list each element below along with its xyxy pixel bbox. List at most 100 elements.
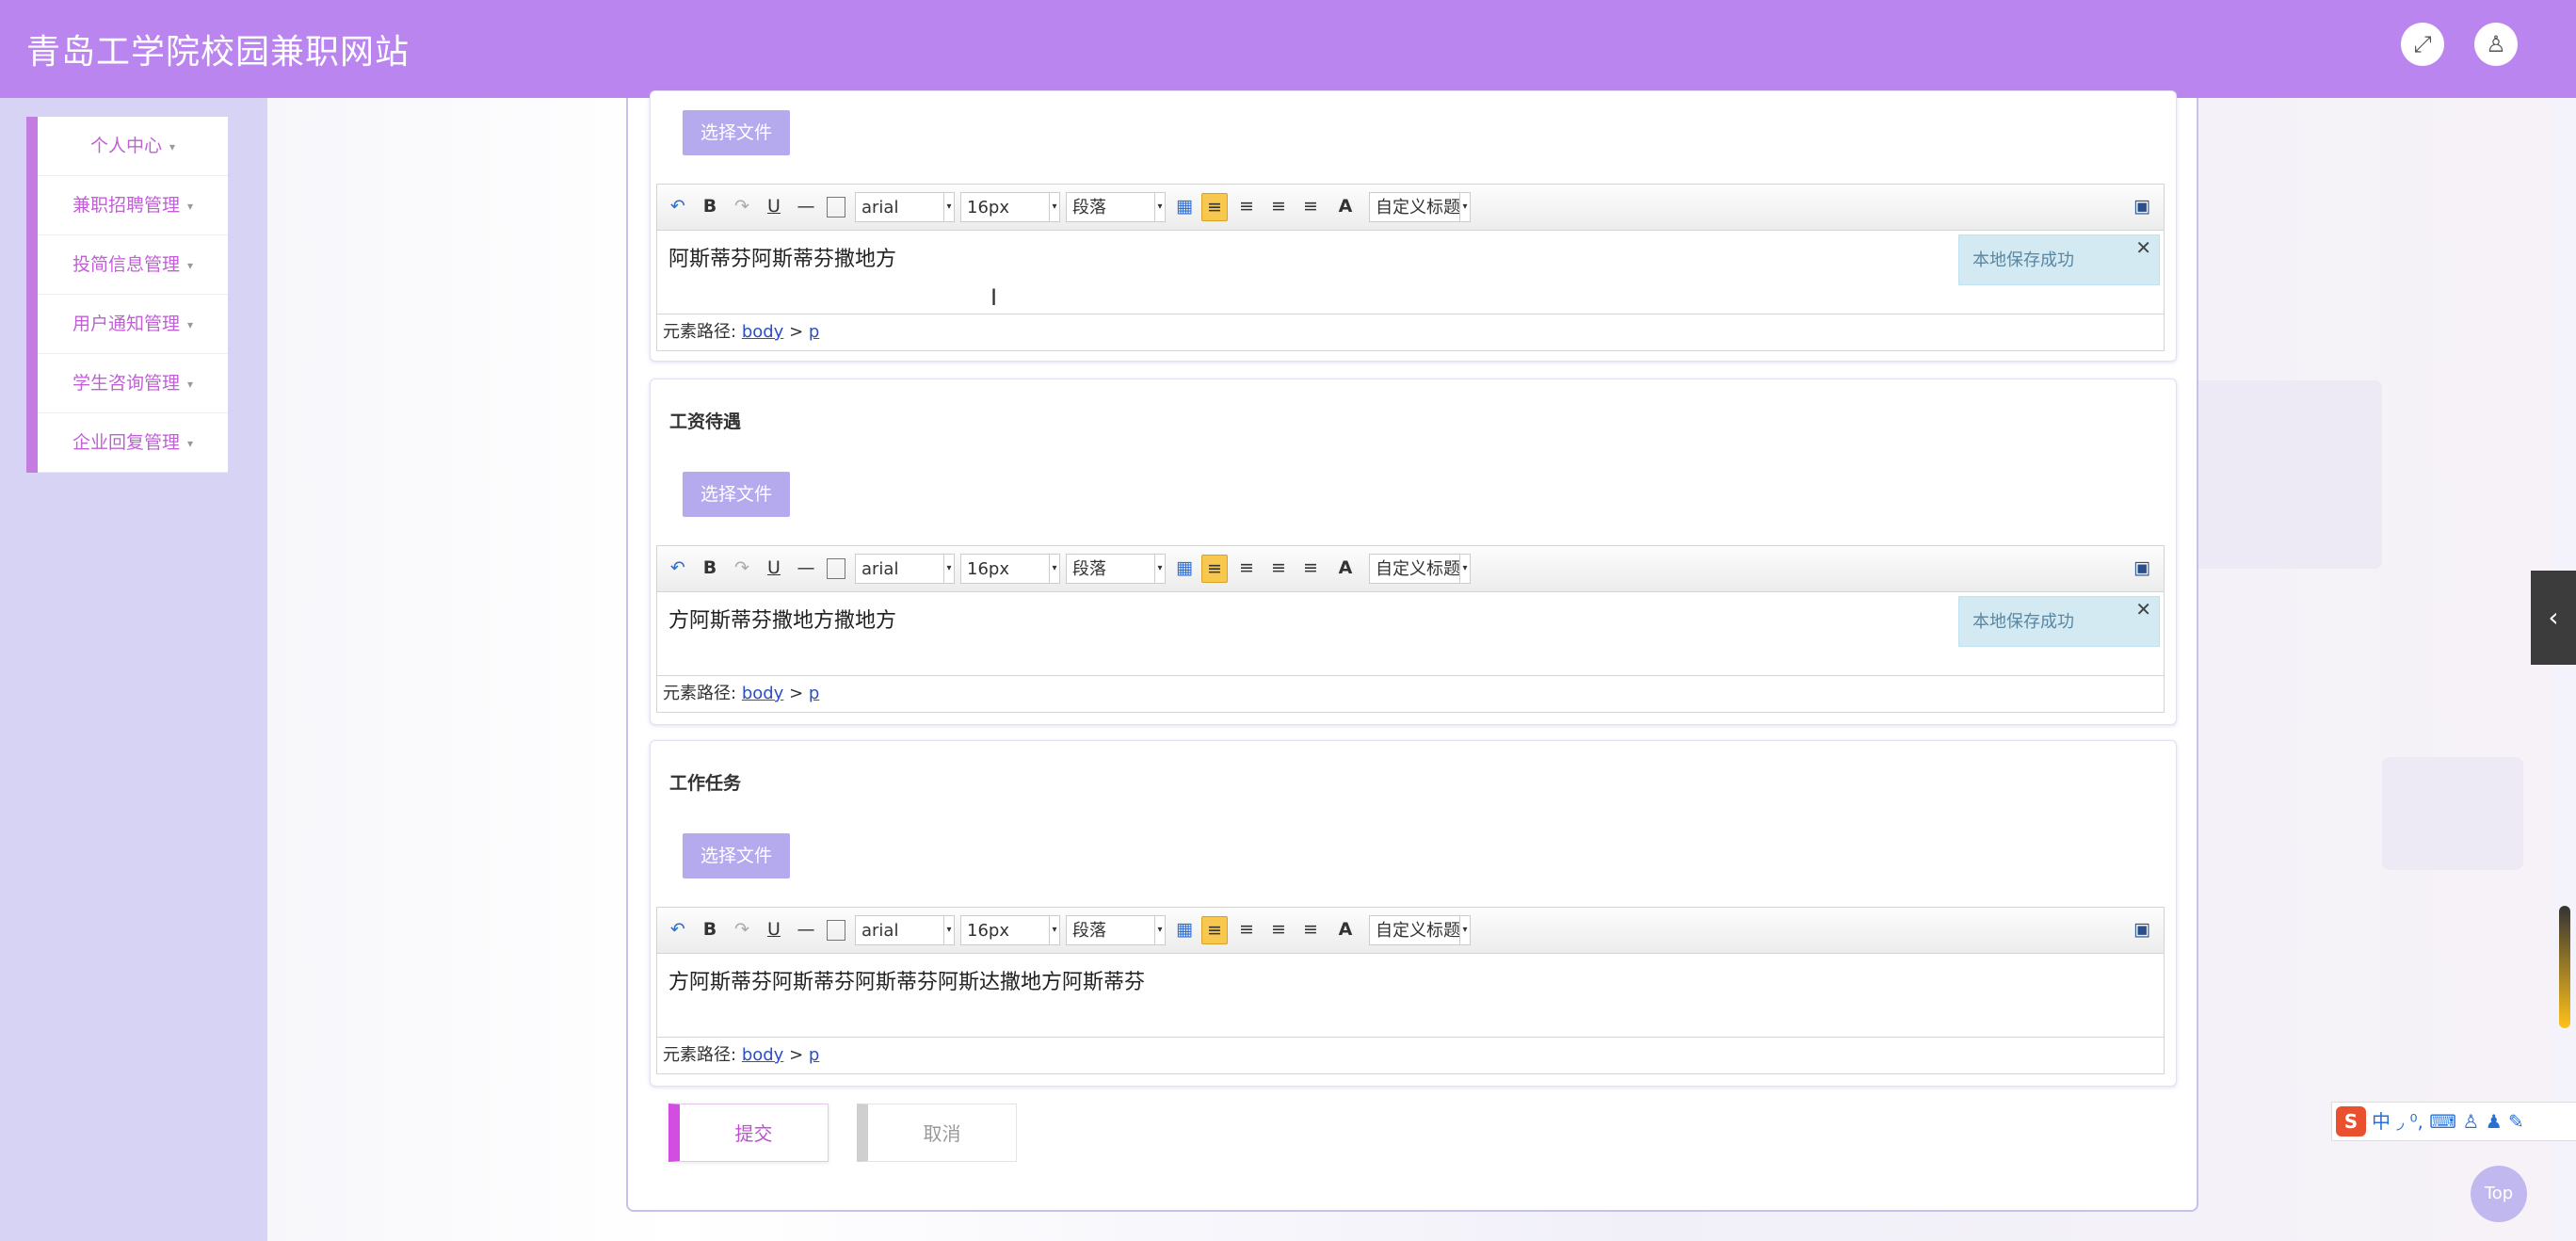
custom-title-select[interactable]: 自定义标题 ▾ (1369, 915, 1471, 945)
align-center-icon[interactable]: ≡ (1267, 555, 1290, 581)
path-body-link[interactable]: body (742, 684, 784, 703)
align-right-icon[interactable]: ≡ (1235, 916, 1258, 943)
undo-icon[interactable]: ↶ (667, 916, 689, 943)
select-value: arial (861, 921, 899, 941)
table-icon[interactable]: ▦ (1173, 193, 1196, 219)
new-document-icon[interactable] (827, 197, 845, 218)
dropdown-arrow-icon: ▾ (1459, 555, 1470, 583)
bold-icon[interactable]: B (699, 555, 721, 581)
form-section: 工作任务 选择文件 ↶ B ↷ U — arial ▾ 16px ▾ 段落 ▾ ▦ ≡… (650, 740, 2177, 1087)
sidebar-item-label: 兼职招聘管理 (72, 195, 180, 216)
underline-icon[interactable]: U (763, 193, 785, 219)
choose-file-button[interactable]: 选择文件 (683, 110, 790, 155)
table-icon[interactable]: ▦ (1173, 916, 1196, 943)
align-justify-icon[interactable]: ≡ (1299, 916, 1322, 943)
html-source-icon[interactable]: ▣ (2130, 916, 2154, 943)
redo-icon[interactable]: ↷ (731, 555, 753, 581)
html-source-icon[interactable]: ▣ (2130, 193, 2154, 219)
editor-toolbar: ↶ B ↷ U — arial ▾ 16px ▾ 段落 ▾ ▦ ≡ ≡ ≡ ≡ A 自… (657, 546, 2164, 592)
horizontal-rule-icon[interactable]: — (795, 555, 817, 581)
rich-text-editor: ↶ B ↷ U — arial ▾ 16px ▾ 段落 ▾ ▦ ≡ ≡ ≡ ≡ A 自… (656, 545, 2165, 713)
font-family-select[interactable]: arial ▾ (855, 192, 955, 222)
horizontal-rule-icon[interactable]: — (795, 193, 817, 219)
align-right-icon[interactable]: ≡ (1235, 555, 1258, 581)
dropdown-arrow-icon: ▾ (1154, 916, 1165, 944)
align-center-icon[interactable]: ≡ (1267, 193, 1290, 219)
font-color-icon[interactable]: A (1331, 193, 1360, 219)
path-body-link[interactable]: body (742, 322, 784, 342)
new-document-icon[interactable] (827, 920, 845, 941)
undo-icon[interactable]: ↶ (667, 193, 689, 219)
editor-content[interactable]: 方阿斯蒂芬撒地方撒地方 本地保存成功 ✕ (657, 592, 2164, 675)
editor-content[interactable]: 方阿斯蒂芬阿斯蒂芬阿斯蒂芬阿斯达撒地方阿斯蒂芬 (657, 954, 2164, 1037)
submit-button[interactable]: 提交 (668, 1104, 829, 1162)
undo-icon[interactable]: ↶ (667, 555, 689, 581)
input-method-toolbar[interactable]: S 中 ◞ ⁰, ⌨ ♙ ♟ ✎ (2331, 1102, 2576, 1141)
paragraph-format-select[interactable]: 段落 ▾ (1066, 192, 1166, 222)
table-icon[interactable]: ▦ (1173, 555, 1196, 581)
font-color-icon[interactable]: A (1331, 555, 1360, 581)
sidebar-item-label: 学生咨询管理 (72, 373, 180, 394)
redo-icon[interactable]: ↷ (731, 193, 753, 219)
font-size-select[interactable]: 16px ▾ (960, 192, 1060, 222)
choose-file-button[interactable]: 选择文件 (683, 833, 790, 878)
font-family-select[interactable]: arial ▾ (855, 915, 955, 945)
save-success-toast: 本地保存成功 ✕ (1958, 596, 2160, 647)
underline-icon[interactable]: U (763, 916, 785, 943)
custom-title-select[interactable]: 自定义标题 ▾ (1369, 192, 1471, 222)
paragraph-format-select[interactable]: 段落 ▾ (1066, 915, 1166, 945)
fullscreen-icon[interactable]: ⤢ (2401, 23, 2444, 66)
sidebar-item-company-reply[interactable]: 企业回复管理 ▾ (38, 413, 228, 473)
dropdown-arrow-icon: ▾ (943, 555, 954, 583)
sidebar-item-label: 投简信息管理 (72, 254, 180, 275)
close-icon[interactable]: ✕ (2135, 584, 2151, 635)
sidebar-item-resume-info[interactable]: 投简信息管理 ▾ (38, 235, 228, 295)
site-title: 青岛工学院校园兼职网站 (26, 33, 411, 72)
select-value: 段落 (1072, 559, 1106, 579)
align-left-icon[interactable]: ≡ (1201, 916, 1228, 944)
path-label: 元素路径: (663, 684, 737, 703)
sidebar-item-personal-center[interactable]: 个人中心 ▾ (38, 117, 228, 176)
user-icon[interactable]: ♙ (2474, 23, 2518, 66)
font-size-select[interactable]: 16px ▾ (960, 554, 1060, 584)
sidebar-item-student-consult[interactable]: 学生咨询管理 ▾ (38, 354, 228, 413)
redo-icon[interactable]: ↷ (731, 916, 753, 943)
path-p-link[interactable]: p (809, 322, 819, 342)
horizontal-rule-icon[interactable]: — (795, 916, 817, 943)
close-icon[interactable]: ✕ (2135, 222, 2151, 273)
paragraph-format-select[interactable]: 段落 ▾ (1066, 554, 1166, 584)
align-left-icon[interactable]: ≡ (1201, 193, 1228, 221)
custom-title-select[interactable]: 自定义标题 ▾ (1369, 554, 1471, 584)
html-source-icon[interactable]: ▣ (2130, 555, 2154, 581)
path-body-link[interactable]: body (742, 1045, 784, 1065)
align-center-icon[interactable]: ≡ (1267, 916, 1290, 943)
cancel-button[interactable]: 取消 (857, 1104, 1017, 1162)
font-family-select[interactable]: arial ▾ (855, 554, 955, 584)
caret-down-icon: ▾ (169, 139, 176, 153)
font-color-icon[interactable]: A (1331, 916, 1360, 943)
align-left-icon[interactable]: ≡ (1201, 555, 1228, 583)
choose-file-button[interactable]: 选择文件 (683, 472, 790, 517)
font-size-select[interactable]: 16px ▾ (960, 915, 1060, 945)
path-p-link[interactable]: p (809, 684, 819, 703)
ime-tool-icons[interactable]: 中 ◞ ⁰, ⌨ ♙ ♟ ✎ (2372, 1110, 2524, 1133)
scrollbar-thumb[interactable] (2559, 906, 2570, 1028)
editor-toolbar: ↶ B ↷ U — arial ▾ 16px ▾ 段落 ▾ ▦ ≡ ≡ ≡ ≡ A 自… (657, 185, 2164, 231)
align-justify-icon[interactable]: ≡ (1299, 193, 1322, 219)
sidebar-menu: 个人中心 ▾ 兼职招聘管理 ▾ 投简信息管理 ▾ 用户通知管理 ▾ 学生咨询管理 ▾ 企业… (26, 117, 228, 473)
bold-icon[interactable]: B (699, 193, 721, 219)
path-p-link[interactable]: p (809, 1045, 819, 1065)
dropdown-arrow-icon: ▾ (1154, 555, 1165, 583)
editor-text: 阿斯蒂芬阿斯蒂芬撒地方 (668, 248, 897, 271)
underline-icon[interactable]: U (763, 555, 785, 581)
new-document-icon[interactable] (827, 558, 845, 579)
text-cursor-icon: I (990, 284, 998, 311)
side-panel-toggle[interactable]: ‹ (2531, 571, 2576, 665)
align-right-icon[interactable]: ≡ (1235, 193, 1258, 219)
align-justify-icon[interactable]: ≡ (1299, 555, 1322, 581)
bold-icon[interactable]: B (699, 916, 721, 943)
editor-content[interactable]: 阿斯蒂芬阿斯蒂芬撒地方 本地保存成功 ✕ (657, 231, 2164, 314)
back-to-top-button[interactable]: Top (2471, 1166, 2527, 1222)
sidebar-item-user-notice[interactable]: 用户通知管理 ▾ (38, 295, 228, 354)
sidebar-item-job-recruitment[interactable]: 兼职招聘管理 ▾ (38, 176, 228, 235)
